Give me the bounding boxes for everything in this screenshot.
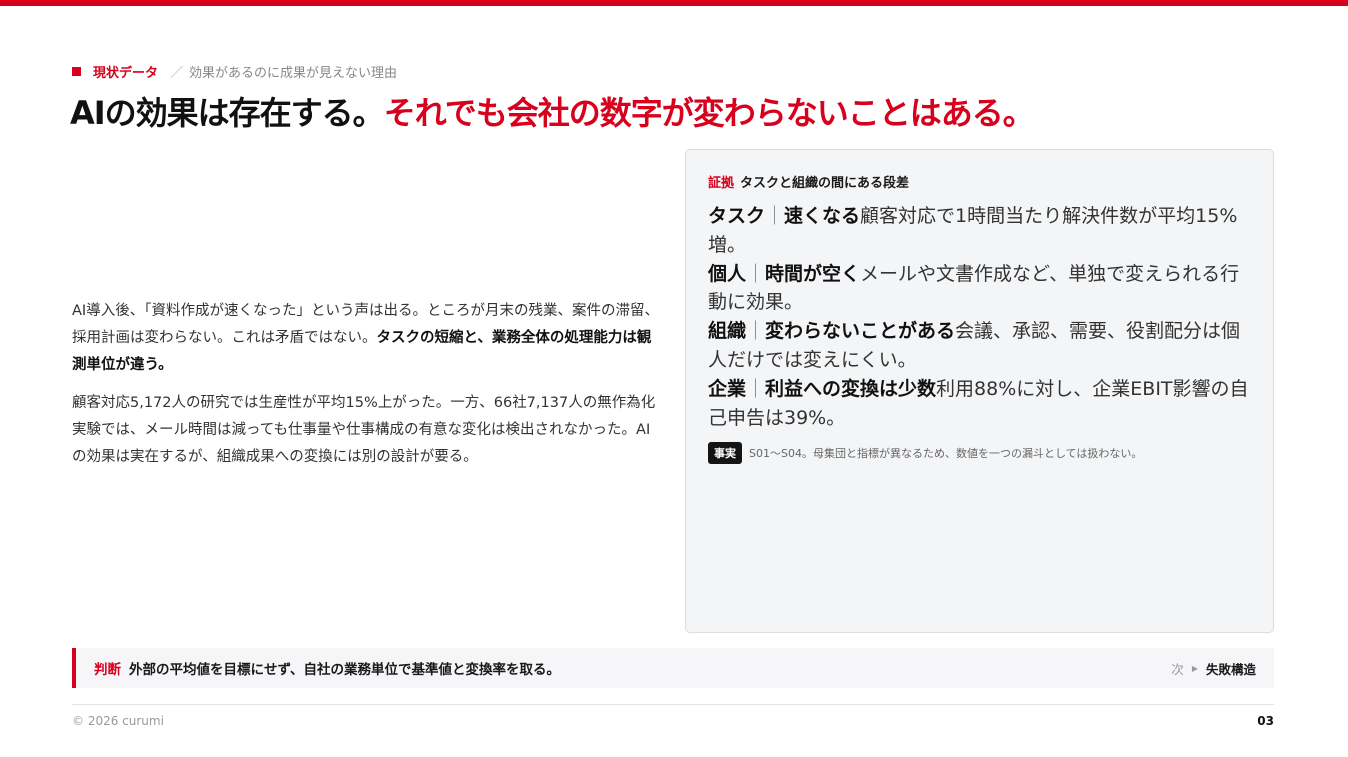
- fact-note: 事実 S01〜S04。母集団と指標が異なるため、数値を一つの漏斗としては扱わない…: [708, 442, 1251, 465]
- body-text: AI導入後、「資料作成が速くなった」という声は出る。ところが月末の残業、案件の滞…: [72, 298, 664, 482]
- next-label: 次: [1171, 661, 1184, 677]
- fact-note-text: S01〜S04。母集団と指標が異なるため、数値を一つの漏斗としては扱わない。: [749, 447, 1143, 461]
- next-section-link[interactable]: 次 ▶ 失敗構造: [1171, 659, 1256, 678]
- row-level: 企業: [708, 377, 747, 400]
- page-number: 03: [1257, 714, 1274, 728]
- evidence-row-company: 企業｜利益への変換は少数利用88%に対し、企業EBIT影響の自己申告は39%。: [708, 375, 1251, 433]
- footer-divider: [72, 704, 1274, 705]
- fact-badge: 事実: [708, 442, 742, 465]
- row-separator: ｜: [765, 205, 785, 227]
- paragraph-2: 顧客対応5,172人の研究では生産性が平均15%上がった。一方、66社7,137…: [72, 395, 656, 465]
- evidence-row-task: タスク｜速くなる顧客対応で1時間当たり解決件数が平均15%増。: [708, 202, 1251, 260]
- row-separator: ｜: [746, 320, 766, 343]
- paragraph-1: AI導入後、「資料作成が速くなった」という声は出る。ところが月末の残業、案件の滞…: [72, 298, 664, 379]
- judgement-text: 外部の平均値を目標にせず、自社の業務単位で基準値と変換率を取る。: [129, 662, 561, 678]
- row-key: 速くなる: [784, 205, 861, 227]
- judgement-bar: 判断 外部の平均値を目標にせず、自社の業務単位で基準値と変換率を取る。 次 ▶ …: [72, 648, 1274, 688]
- row-separator: ｜: [746, 262, 766, 285]
- row-key: 時間が空く: [765, 262, 861, 285]
- row-level: 組織: [708, 320, 747, 343]
- square-bullet-icon: [72, 66, 81, 76]
- evidence-row-organization: 組織｜変わらないことがある会議、承認、需要、役割配分は個人だけでは変えにくい。: [708, 317, 1251, 375]
- slash-divider: ／: [170, 65, 184, 81]
- title-part-red: それでも会社の数字が変わらないことはある。: [383, 94, 1035, 132]
- row-level: 個人: [708, 262, 747, 285]
- section-label: 現状データ: [93, 65, 159, 81]
- title-part-black: AIの効果は存在する。: [70, 94, 385, 132]
- row-key: 変わらないことがある: [765, 320, 956, 343]
- accent-top-bar: [0, 0, 1348, 6]
- card-header: 証拠 タスクと組織の間にある段差: [708, 172, 1251, 191]
- row-separator: ｜: [746, 377, 766, 400]
- breadcrumb: 現状データ ／ 効果があるのに成果が見えない理由: [72, 62, 398, 81]
- judgement-tag: 判断: [94, 662, 121, 678]
- next-title: 失敗構造: [1205, 661, 1256, 677]
- row-key: 利益への変換は少数: [765, 377, 937, 400]
- page-title: AIの効果は存在する。それでも会社の数字が変わらないことはある。: [70, 88, 1035, 134]
- card-title: タスクと組織の間にある段差: [740, 176, 910, 191]
- section-subtitle: 効果があるのに成果が見えない理由: [189, 65, 398, 81]
- evidence-card: 証拠 タスクと組織の間にある段差 タスク｜速くなる顧客対応で1時間当たり解決件数が…: [685, 149, 1274, 633]
- evidence-row-individual: 個人｜時間が空くメールや文書作成など、単独で変えられる行動に効果。: [708, 260, 1251, 318]
- triangle-right-icon: ▶: [1191, 663, 1198, 673]
- copyright: © 2026 curumi: [72, 714, 164, 728]
- evidence-list: タスク｜速くなる顧客対応で1時間当たり解決件数が平均15%増。 個人｜時間が空く…: [708, 202, 1251, 432]
- card-tag: 証拠: [708, 176, 735, 191]
- row-level: タスク: [708, 205, 766, 227]
